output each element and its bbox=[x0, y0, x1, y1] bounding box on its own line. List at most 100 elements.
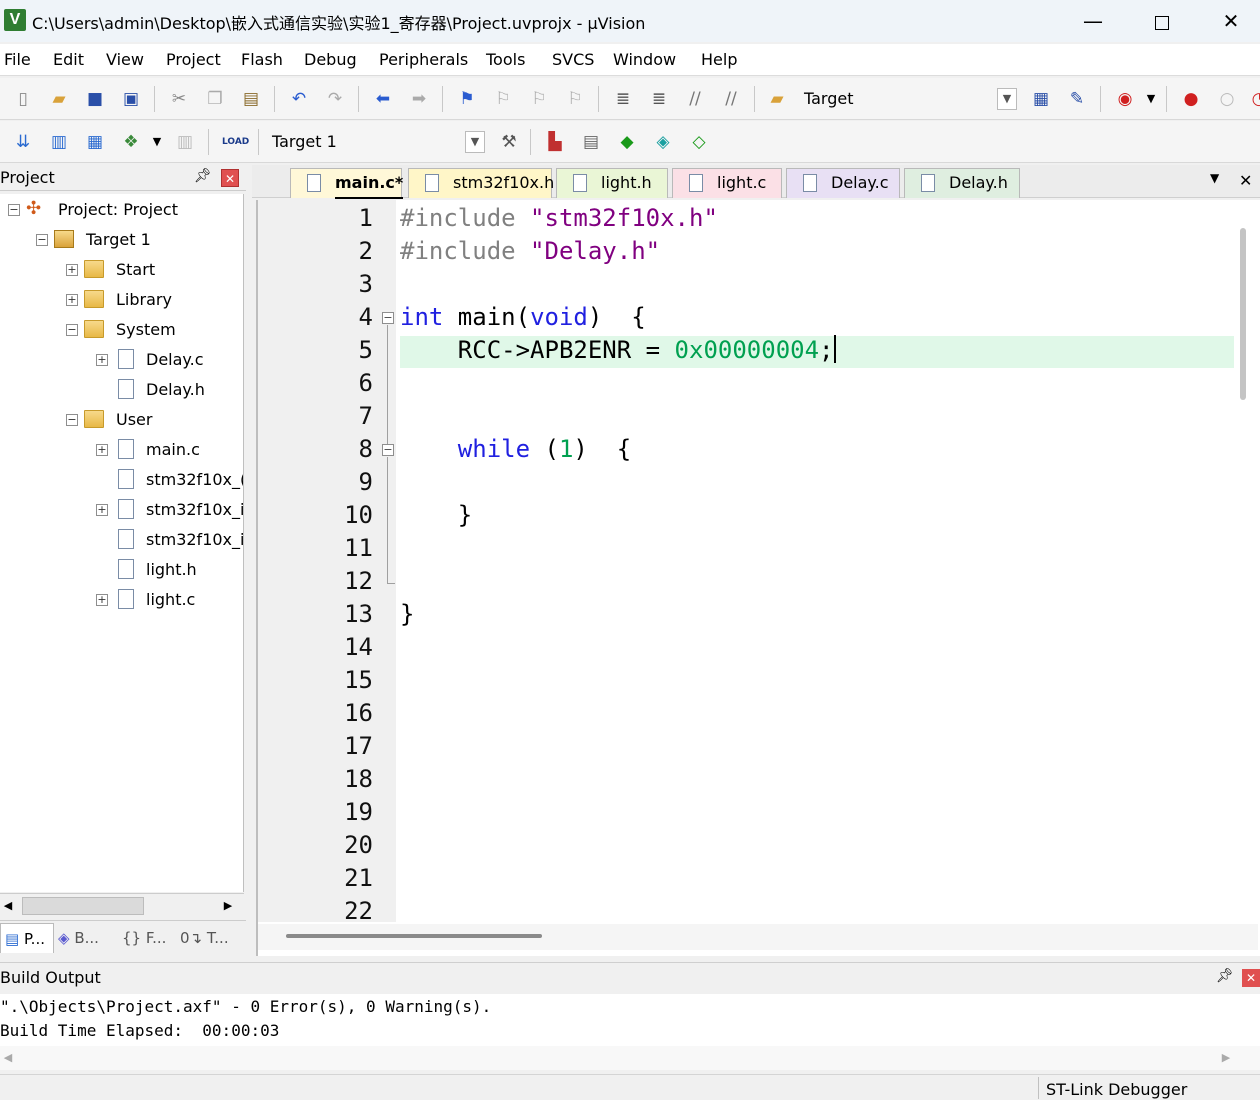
scroll-right-icon[interactable]: ▶ bbox=[1218, 1049, 1234, 1067]
batch-dropdown-icon[interactable]: ▼ bbox=[146, 131, 168, 153]
copy-icon[interactable]: ❐ bbox=[204, 88, 226, 110]
chevron-down-icon[interactable]: ▼ bbox=[465, 131, 485, 153]
menu-project[interactable]: Project bbox=[166, 50, 221, 69]
scroll-left-icon[interactable]: ◀ bbox=[0, 897, 16, 915]
rebuild-icon[interactable]: ▦ bbox=[84, 131, 106, 153]
file-extensions-icon[interactable]: ▤ bbox=[580, 131, 602, 153]
tree-item[interactable]: − System bbox=[0, 315, 243, 345]
tree-item[interactable]: Delay.h bbox=[0, 375, 243, 405]
save-icon[interactable]: ■ bbox=[84, 88, 106, 110]
paste-icon[interactable]: ▤ bbox=[240, 88, 262, 110]
tree-item[interactable]: + main.c bbox=[0, 435, 243, 465]
breakpoint-icon[interactable]: ● bbox=[1180, 88, 1202, 110]
target-select[interactable]: Target 1 bbox=[272, 132, 337, 151]
unindent-icon[interactable]: ≣ bbox=[648, 88, 670, 110]
find-icon[interactable]: ▦ bbox=[1030, 88, 1052, 110]
editor-tab[interactable]: light.h bbox=[556, 168, 668, 198]
expand-icon[interactable]: + bbox=[96, 504, 108, 516]
clear-bookmarks-icon[interactable]: ⚐ bbox=[564, 88, 586, 110]
menu-tools[interactable]: Tools bbox=[486, 50, 525, 69]
menu-flash[interactable]: Flash bbox=[241, 50, 283, 69]
tree-item[interactable]: + stm32f10x_i bbox=[0, 495, 243, 525]
scroll-thumb[interactable] bbox=[22, 897, 144, 915]
tree-item[interactable]: + light.c bbox=[0, 585, 243, 615]
navigate-back-icon[interactable]: ⬅ bbox=[372, 88, 394, 110]
load-icon[interactable]: LOAD bbox=[222, 131, 249, 153]
open-file-icon[interactable]: ▰ bbox=[48, 88, 70, 110]
find-in-files-icon[interactable]: ▰ bbox=[766, 88, 788, 110]
collapse-icon[interactable]: − bbox=[66, 414, 78, 426]
code-editor[interactable]: − − 1 2 3 4 5 6 7 8 9 10 11 12 13 14 15 16 17 18 19 20 21 22 … bbox=[256, 200, 1260, 956]
target-options-icon[interactable]: ⚒ bbox=[498, 131, 520, 153]
tree-item[interactable]: − User bbox=[0, 405, 243, 435]
tree-item[interactable]: light.h bbox=[0, 555, 243, 585]
tree-item[interactable]: − ✣ Project: Project bbox=[0, 195, 243, 225]
menu-debug[interactable]: Debug bbox=[304, 50, 357, 69]
close-tab-icon[interactable]: ✕ bbox=[1239, 171, 1252, 190]
tree-item[interactable]: + Start bbox=[0, 255, 243, 285]
editor-tab[interactable]: Delay.h bbox=[904, 168, 1020, 198]
indent-icon[interactable]: ≣ bbox=[612, 88, 634, 110]
editor-tab[interactable]: stm32f10x.h bbox=[408, 168, 554, 198]
menu-help[interactable]: Help bbox=[701, 50, 737, 69]
fold-toggle-icon[interactable]: − bbox=[382, 312, 394, 324]
editor-tab[interactable]: Delay.c bbox=[786, 168, 900, 198]
close-panel-icon[interactable]: ✕ bbox=[1242, 969, 1260, 987]
disable-breakpoint-icon[interactable]: ○ bbox=[1216, 88, 1238, 110]
select-packs-icon[interactable]: ◈ bbox=[652, 131, 674, 153]
expand-icon[interactable]: + bbox=[96, 594, 108, 606]
new-file-icon[interactable]: ▯ bbox=[12, 88, 34, 110]
editor-horizontal-scrollbar[interactable] bbox=[258, 924, 1258, 950]
translate-icon[interactable]: ⇊ bbox=[12, 131, 34, 153]
maximize-button[interactable] bbox=[1127, 0, 1197, 42]
tab-templates[interactable]: 0↴ T... bbox=[180, 923, 240, 953]
menu-file[interactable]: File bbox=[4, 50, 31, 69]
editor-tab[interactable]: light.c bbox=[672, 168, 782, 198]
debug-session-icon[interactable]: ◉ bbox=[1114, 88, 1136, 110]
build-output-scrollbar[interactable]: ◀ ▶ bbox=[0, 1046, 1260, 1070]
tab-list-dropdown-icon[interactable]: ▼ bbox=[1210, 171, 1219, 185]
uncomment-icon[interactable]: // bbox=[720, 88, 742, 110]
next-bookmark-icon[interactable]: ⚐ bbox=[528, 88, 550, 110]
build-output-text[interactable]: ".\Objects\Project.axf" - 0 Error(s), 0 … bbox=[0, 994, 1260, 1046]
collapse-icon[interactable]: − bbox=[8, 204, 20, 216]
minimize-button[interactable]: — bbox=[1058, 0, 1128, 42]
editor-tab[interactable]: main.c* bbox=[290, 168, 404, 199]
close-panel-icon[interactable]: ✕ bbox=[221, 169, 239, 187]
scroll-left-icon[interactable]: ◀ bbox=[0, 1049, 16, 1067]
tree-item[interactable]: − Target 1 bbox=[0, 225, 243, 255]
tree-item[interactable]: + Library bbox=[0, 285, 243, 315]
comment-icon[interactable]: // bbox=[684, 88, 706, 110]
scroll-thumb[interactable] bbox=[286, 934, 542, 938]
manage-rte-icon[interactable]: ◆ bbox=[616, 131, 638, 153]
tab-functions[interactable]: {} F... bbox=[122, 923, 176, 953]
tree-item[interactable]: stm32f10x_i bbox=[0, 525, 243, 555]
menu-edit[interactable]: Edit bbox=[53, 50, 84, 69]
menu-peripherals[interactable]: Peripherals bbox=[379, 50, 468, 69]
incremental-find-icon[interactable]: ✎ bbox=[1066, 88, 1088, 110]
redo-icon[interactable]: ↷ bbox=[324, 88, 346, 110]
pack-installer-icon[interactable]: ◇ bbox=[688, 131, 710, 153]
menu-view[interactable]: View bbox=[106, 50, 144, 69]
manage-components-icon[interactable]: ▙ bbox=[544, 131, 566, 153]
navigate-forward-icon[interactable]: ➡ bbox=[408, 88, 430, 110]
tree-item[interactable]: + Delay.c bbox=[0, 345, 243, 375]
undo-icon[interactable]: ↶ bbox=[288, 88, 310, 110]
pin-icon[interactable]: 📌︎ bbox=[194, 168, 212, 184]
scroll-right-icon[interactable]: ▶ bbox=[220, 897, 236, 915]
pin-icon[interactable]: 📌︎ bbox=[1216, 968, 1234, 984]
expand-icon[interactable]: + bbox=[66, 294, 78, 306]
save-all-icon[interactable]: ▣ bbox=[120, 88, 142, 110]
tab-project[interactable]: ▤ P... bbox=[0, 923, 54, 953]
bookmark-icon[interactable]: ⚑ bbox=[456, 88, 478, 110]
editor-vertical-scrollbar[interactable] bbox=[1240, 228, 1246, 400]
expand-icon[interactable]: + bbox=[96, 354, 108, 366]
tab-books[interactable]: ◈ B... bbox=[58, 923, 118, 953]
fold-toggle-icon[interactable]: − bbox=[382, 444, 394, 456]
tree-item[interactable]: stm32f10x_( bbox=[0, 465, 243, 495]
expand-icon[interactable]: + bbox=[96, 444, 108, 456]
project-horizontal-scrollbar[interactable]: ◀ ▶ bbox=[0, 893, 244, 917]
cut-icon[interactable]: ✂ bbox=[168, 88, 190, 110]
batch-build-icon[interactable]: ❖ bbox=[120, 131, 142, 153]
close-window-button[interactable]: ✕ bbox=[1196, 0, 1260, 42]
